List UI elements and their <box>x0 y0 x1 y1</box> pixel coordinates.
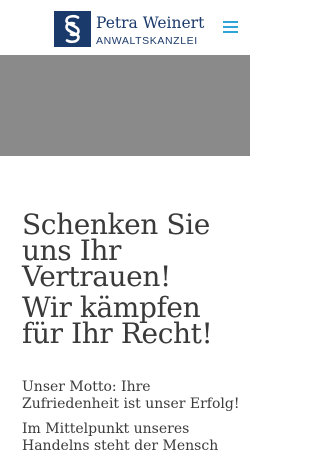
hero-banner <box>0 55 250 156</box>
section-sign-icon <box>54 11 91 47</box>
intro-text: Im Mittelpunkt unseres Handelns steht de… <box>22 421 219 454</box>
motto-text: Unser Motto: Ihre Zufriedenheit ist unse… <box>22 379 240 412</box>
page-headline: Schenken Sie uns Ihr Vertrauen! <box>22 208 210 293</box>
hamburger-menu-icon[interactable] <box>222 19 240 35</box>
site-header: Petra Weinert ANWALTSKANZLEI <box>0 0 250 55</box>
logo-subtitle: ANWALTSKANZLEI <box>96 35 198 47</box>
main-content: Schenken Sie uns Ihr Vertrauen! Wir kämp… <box>22 208 240 455</box>
menu-bar-top <box>223 21 238 23</box>
menu-bar-bottom <box>223 31 238 33</box>
menu-bar-middle <box>223 26 238 28</box>
page-subheadline: Wir kämpfen für Ihr Recht! <box>22 291 213 350</box>
